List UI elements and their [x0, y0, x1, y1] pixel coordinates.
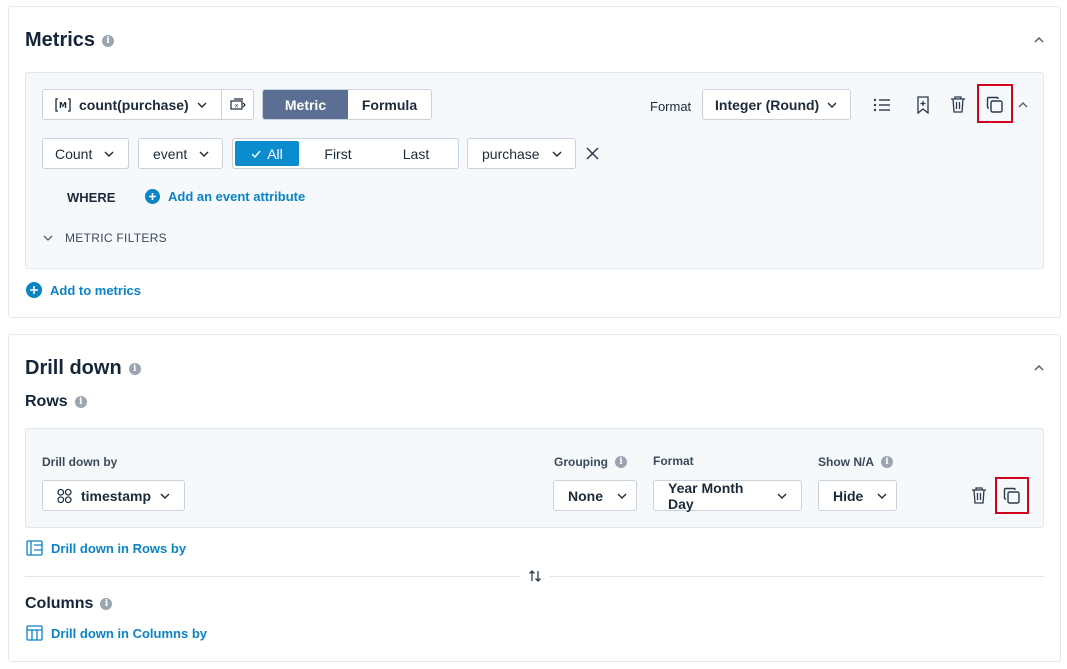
drill-by-label: Drill down by	[42, 455, 118, 469]
chevron-down-icon	[617, 493, 627, 499]
delete-drill-button[interactable]	[967, 483, 991, 507]
metric-select[interactable]: M count(purchase)	[42, 89, 222, 120]
info-icon[interactable]: i	[102, 34, 115, 47]
close-icon[interactable]	[586, 147, 599, 160]
rows-layout-icon	[26, 540, 43, 556]
occurrence-last[interactable]: Last	[377, 141, 455, 166]
chevron-down-icon	[777, 493, 787, 499]
chevron-down-icon	[197, 102, 207, 108]
chevron-down-icon	[877, 493, 887, 499]
event-name-select[interactable]: purchase	[467, 138, 576, 169]
plus-circle-icon	[145, 189, 160, 204]
chevron-down-icon	[827, 102, 837, 108]
where-label: WHERE	[67, 190, 116, 205]
occurrence-all[interactable]: All	[235, 141, 299, 166]
columns-layout-icon	[26, 625, 43, 641]
grid-circles-icon	[57, 488, 72, 503]
code-icon: x	[229, 97, 246, 110]
svg-text:M: M	[59, 101, 67, 110]
drill-down-columns-link[interactable]: Drill down in Columns by	[26, 625, 207, 641]
drill-down-title: Drill down i	[25, 357, 141, 380]
metrics-panel: Metrics i M count(purchase) x Metric For…	[8, 6, 1061, 318]
tab-formula[interactable]: Formula	[348, 90, 431, 119]
delete-metric-button[interactable]	[946, 92, 970, 116]
drill-down-panel: Drill down i Rows i Drill down by timest…	[8, 334, 1061, 662]
chevron-down-icon	[43, 235, 53, 241]
info-icon[interactable]: i	[128, 362, 141, 375]
metric-formula-tabs: Metric Formula	[262, 89, 432, 120]
rows-card: Drill down by timestamp Grouping i None …	[25, 428, 1044, 528]
chevron-up-icon[interactable]	[1032, 33, 1046, 47]
rows-title: Rows i	[25, 393, 87, 411]
check-icon	[251, 150, 261, 158]
drill-format-label: Format	[653, 454, 694, 468]
metric-filters-toggle[interactable]: METRIC FILTERS	[43, 231, 167, 245]
tab-metric[interactable]: Metric	[263, 90, 348, 119]
plus-circle-icon	[26, 282, 42, 298]
trash-icon	[951, 96, 965, 113]
chevron-up-icon[interactable]	[1017, 100, 1029, 110]
chevron-down-icon	[104, 151, 114, 157]
highlight-box	[995, 477, 1029, 514]
grouping-label: Grouping i	[554, 455, 627, 469]
swap-axes-icon[interactable]	[520, 568, 550, 584]
info-icon[interactable]: i	[615, 456, 627, 468]
list-icon	[873, 98, 890, 112]
bookmark-button[interactable]	[911, 93, 935, 117]
highlight-box	[977, 84, 1013, 123]
chevron-up-icon[interactable]	[1032, 361, 1046, 375]
format-label: Format	[650, 99, 692, 114]
trash-icon	[972, 487, 986, 504]
chevron-down-icon	[160, 493, 170, 499]
list-button[interactable]	[870, 93, 894, 117]
columns-title: Columns i	[25, 595, 113, 613]
event-field-select[interactable]: event	[138, 138, 223, 169]
show-na-select[interactable]: Hide	[818, 480, 897, 511]
bookmark-add-icon	[917, 96, 929, 114]
chevron-down-icon	[552, 151, 562, 157]
info-icon[interactable]: i	[100, 598, 113, 610]
chevron-down-icon	[199, 151, 209, 157]
info-icon[interactable]: i	[881, 456, 893, 468]
swap-arrows-icon	[529, 570, 541, 582]
add-to-metrics-link[interactable]: Add to metrics	[26, 282, 141, 298]
svg-text:x: x	[234, 102, 238, 109]
format-select[interactable]: Integer (Round)	[702, 89, 851, 120]
show-na-label: Show N/A i	[818, 455, 893, 469]
metric-card: M count(purchase) x Metric Formula Forma…	[25, 72, 1044, 269]
drill-by-select[interactable]: timestamp	[42, 480, 185, 511]
add-event-attribute-link[interactable]: Add an event attribute	[145, 189, 305, 204]
drill-format-select[interactable]: Year Month Day	[653, 480, 802, 512]
aggregation-select[interactable]: Count	[42, 138, 129, 169]
occurrence-toggle: All First Last	[232, 138, 459, 169]
grouping-select[interactable]: None	[553, 480, 637, 511]
sql-toggle-button[interactable]: x	[221, 89, 254, 120]
metric-icon: M	[55, 97, 71, 112]
occurrence-first[interactable]: First	[299, 141, 377, 166]
metrics-title: Metrics i	[25, 29, 115, 52]
info-icon[interactable]: i	[74, 396, 87, 408]
drill-down-rows-link[interactable]: Drill down in Rows by	[26, 540, 186, 556]
